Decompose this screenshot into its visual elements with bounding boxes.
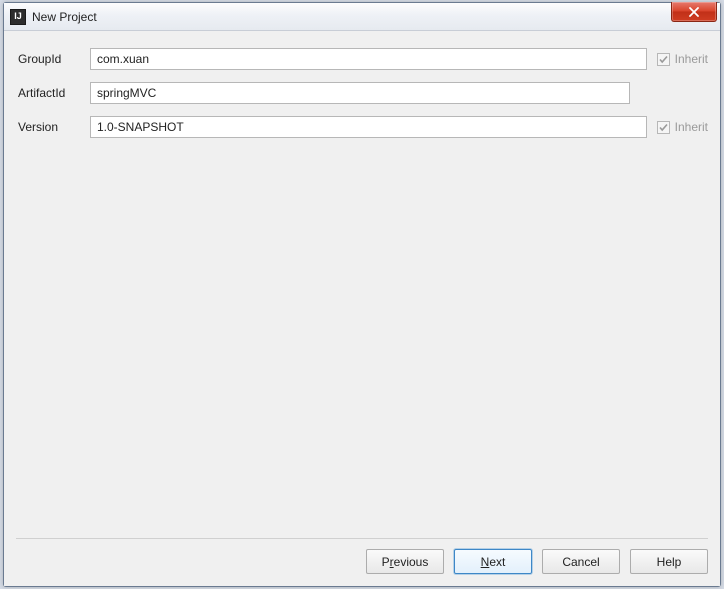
content-spacer bbox=[16, 147, 708, 538]
form: GroupId Inherit ArtifactId Version bbox=[16, 45, 708, 147]
version-input[interactable] bbox=[90, 116, 647, 138]
check-icon bbox=[658, 54, 669, 65]
version-label: Version bbox=[16, 120, 90, 134]
cancel-button[interactable]: Cancel bbox=[542, 549, 620, 574]
version-inherit-checkbox bbox=[657, 121, 670, 134]
groupid-inherit-checkbox bbox=[657, 53, 670, 66]
check-icon bbox=[658, 122, 669, 133]
groupid-inherit-label: Inherit bbox=[675, 52, 708, 66]
groupid-input[interactable] bbox=[90, 48, 647, 70]
new-project-dialog: IJ New Project GroupId I bbox=[3, 2, 721, 587]
version-row: Version Inherit bbox=[16, 113, 708, 141]
artifactid-row: ArtifactId bbox=[16, 79, 708, 107]
close-button[interactable] bbox=[671, 2, 717, 22]
help-button[interactable]: Help bbox=[630, 549, 708, 574]
groupid-inherit: Inherit bbox=[657, 52, 708, 66]
dialog-content: GroupId Inherit ArtifactId Version bbox=[4, 31, 720, 586]
artifactid-input[interactable] bbox=[90, 82, 630, 104]
window-title: New Project bbox=[32, 10, 97, 24]
app-icon: IJ bbox=[10, 9, 26, 25]
version-inherit: Inherit bbox=[657, 120, 708, 134]
groupid-row: GroupId Inherit bbox=[16, 45, 708, 73]
next-button[interactable]: Next bbox=[454, 549, 532, 574]
version-inherit-label: Inherit bbox=[675, 120, 708, 134]
groupid-label: GroupId bbox=[16, 52, 90, 66]
button-bar: Previous Next Cancel Help bbox=[16, 538, 708, 576]
artifactid-label: ArtifactId bbox=[16, 86, 90, 100]
titlebar[interactable]: IJ New Project bbox=[4, 3, 720, 31]
previous-button[interactable]: Previous bbox=[366, 549, 444, 574]
close-icon bbox=[688, 7, 700, 17]
